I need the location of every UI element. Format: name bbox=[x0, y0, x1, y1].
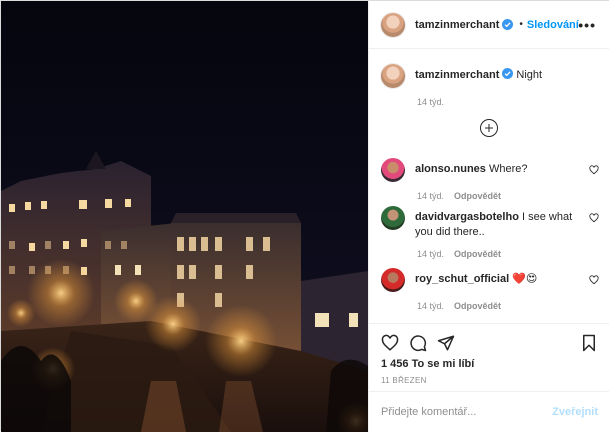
comment-item: roy_schut_official ❤️😍 14 týd. Odpovědět bbox=[381, 268, 603, 311]
like-comment-heart-icon[interactable] bbox=[589, 275, 599, 285]
like-comment-heart-icon[interactable] bbox=[589, 213, 599, 223]
comment-body: davidvargasbotelho I see what you did th… bbox=[415, 206, 585, 240]
caption-username[interactable]: tamzinmerchant bbox=[415, 69, 499, 81]
caption-age[interactable]: 14 týd. bbox=[417, 97, 444, 107]
comment-bubble-icon[interactable] bbox=[409, 334, 427, 352]
post-header: tamzinmerchant • Sledování ••• bbox=[369, 1, 609, 49]
like-comment-heart-icon[interactable] bbox=[589, 165, 599, 175]
commenter-avatar[interactable] bbox=[381, 158, 405, 182]
comment-text: ❤️😍 bbox=[512, 273, 538, 285]
post-photo[interactable] bbox=[1, 1, 368, 432]
post-date[interactable]: 11 BŘEZEN bbox=[381, 376, 427, 385]
reply-button[interactable]: Odpovědět bbox=[454, 191, 501, 201]
follow-button[interactable]: Sledování bbox=[527, 19, 579, 31]
comment-item: davidvargasbotelho I see what you did th… bbox=[381, 206, 603, 259]
comment-meta: 14 týd. Odpovědět bbox=[417, 301, 603, 311]
comment-age[interactable]: 14 týd. bbox=[417, 249, 444, 259]
post-caption: tamzinmerchant Night 14 týd. bbox=[381, 64, 601, 107]
post-comment-button[interactable]: Zveřejnit bbox=[552, 406, 598, 418]
author-avatar[interactable] bbox=[381, 12, 405, 37]
comment-meta: 14 týd. Odpovědět bbox=[417, 249, 603, 259]
paper-plane-icon[interactable] bbox=[437, 334, 455, 352]
bookmark-icon[interactable] bbox=[580, 334, 598, 352]
comment-body: alonso.nunes Where? bbox=[415, 158, 585, 177]
comment-meta: 14 týd. Odpovědět bbox=[417, 191, 603, 201]
reply-button[interactable]: Odpovědět bbox=[454, 249, 501, 259]
comment-body: roy_schut_official ❤️😍 bbox=[415, 268, 585, 287]
commenter-username[interactable]: alonso.nunes bbox=[415, 163, 486, 175]
commenter-username[interactable]: davidvargasbotelho bbox=[415, 211, 519, 223]
caption-body: tamzinmerchant Night bbox=[415, 64, 542, 83]
post-actions: 1 456 To se mi líbí 11 BŘEZEN bbox=[369, 323, 609, 391]
heart-icon[interactable] bbox=[381, 334, 399, 352]
caption-text: Night bbox=[516, 69, 543, 81]
comment-item: alonso.nunes Where? 14 týd. Odpovědět bbox=[381, 158, 603, 201]
night-city-photo bbox=[1, 1, 368, 432]
comment-age[interactable]: 14 týd. bbox=[417, 301, 444, 311]
commenter-avatar[interactable] bbox=[381, 206, 405, 230]
post-dialog: tamzinmerchant • Sledování ••• tamzinmer… bbox=[0, 0, 609, 432]
likes-count[interactable]: 1 456 To se mi líbí bbox=[381, 358, 474, 370]
caption-meta: 14 týd. bbox=[417, 97, 601, 107]
verified-badge-icon bbox=[502, 19, 514, 30]
comment-text: Where? bbox=[488, 163, 528, 175]
author-username[interactable]: tamzinmerchant bbox=[415, 19, 499, 31]
caption-avatar[interactable] bbox=[381, 64, 405, 88]
more-options-icon[interactable]: ••• bbox=[578, 17, 596, 33]
reply-button[interactable]: Odpovědět bbox=[454, 301, 501, 311]
load-more-comments-icon[interactable] bbox=[480, 119, 498, 137]
commenter-username[interactable]: roy_schut_official bbox=[415, 273, 509, 285]
post-side-panel: tamzinmerchant • Sledování ••• tamzinmer… bbox=[368, 1, 609, 432]
comment-input[interactable] bbox=[381, 406, 553, 418]
commenter-avatar[interactable] bbox=[381, 268, 405, 292]
verified-badge-icon bbox=[502, 68, 514, 79]
header-separator: • bbox=[519, 19, 523, 30]
comment-age[interactable]: 14 týd. bbox=[417, 191, 444, 201]
comment-composer: Zveřejnit bbox=[369, 391, 609, 432]
